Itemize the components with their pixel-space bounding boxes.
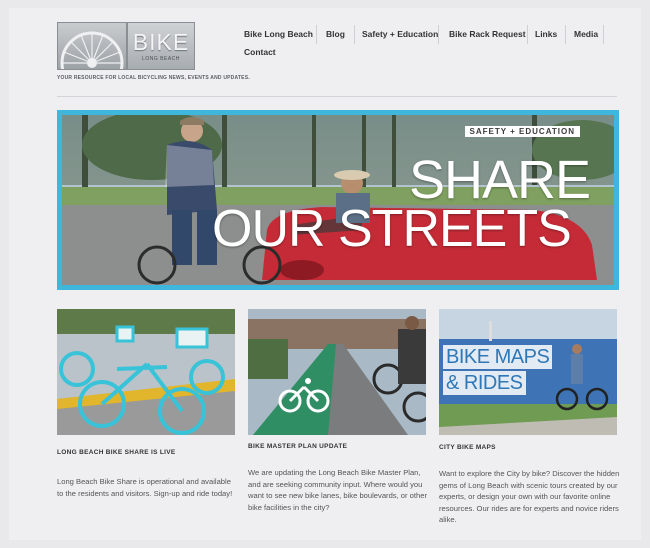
card-bike-maps: BIKE MAPS & RIDES CITY BIKE MAPS Want to… — [439, 309, 619, 524]
hero-title-line1: SHARE — [408, 150, 591, 210]
nav-item-links[interactable]: Links — [535, 29, 557, 39]
nav-divider — [316, 25, 317, 44]
card-bike-share: LONG BEACH BIKE SHARE IS LIVE Long Beach… — [57, 309, 235, 498]
hero-title-line2: OUR STREETS — [212, 200, 572, 258]
bike-share-image[interactable] — [57, 309, 235, 435]
card-title-bike-share[interactable]: LONG BEACH BIKE SHARE IS LIVE — [57, 449, 176, 456]
bike-maps-image[interactable]: BIKE MAPS & RIDES — [439, 309, 617, 435]
card-title-master-plan[interactable]: BIKE MASTER PLAN UPDATE — [248, 443, 347, 450]
nav-item-blog[interactable]: Blog — [326, 29, 345, 39]
nav-divider — [354, 25, 355, 44]
nav-item-bike-rack-request[interactable]: Bike Rack Request — [449, 29, 526, 39]
bicycle-wheel-icon — [57, 22, 127, 95]
logo-small-text: LONG BEACH — [142, 56, 180, 62]
hero-photo: SAFETY + EDUCATION SHARE OUR STREETS — [62, 115, 614, 285]
logo-tagline: YOUR RESOURCE FOR LOCAL BICYCLING NEWS, … — [57, 75, 250, 81]
bike-maps-overlay-line2: & RIDES — [443, 371, 526, 395]
card-title-bike-maps[interactable]: CITY BIKE MAPS — [439, 444, 496, 451]
card-text-master-plan: We are updating the Long Beach Bike Mast… — [248, 468, 427, 512]
nav-item-bike-long-beach[interactable]: Bike Long Beach — [244, 29, 313, 39]
nav-divider — [527, 25, 528, 44]
site-logo[interactable]: BIKE LONG BEACH YOUR RESOURCE FOR LOCAL … — [57, 22, 250, 95]
nav-divider — [603, 25, 604, 44]
hero-banner[interactable]: SAFETY + EDUCATION SHARE OUR STREETS — [57, 110, 619, 290]
header-divider — [57, 96, 617, 97]
nav-item-contact[interactable]: Contact — [244, 47, 276, 57]
nav-divider — [565, 25, 566, 44]
master-plan-photo — [248, 309, 426, 435]
nav-item-safety-education[interactable]: Safety + Education — [362, 29, 438, 39]
card-master-plan: BIKE MASTER PLAN UPDATE We are updating … — [248, 309, 427, 512]
logo-wordmark: BIKE LONG BEACH — [127, 22, 195, 70]
hero-category-badge[interactable]: SAFETY + EDUCATION — [464, 126, 580, 137]
logo-big-text: BIKE — [132, 29, 190, 55]
bike-maps-overlay-line1: BIKE MAPS — [443, 345, 553, 369]
bike-share-photo — [57, 309, 235, 435]
nav-divider — [438, 25, 439, 44]
card-text-bike-share: Long Beach Bike Share is operational and… — [57, 477, 233, 498]
page: BIKE LONG BEACH YOUR RESOURCE FOR LOCAL … — [9, 8, 641, 540]
card-text-bike-maps: Want to explore the City by bike? Discov… — [439, 469, 620, 524]
nav-item-media[interactable]: Media — [574, 29, 598, 39]
master-plan-image[interactable] — [248, 309, 426, 435]
